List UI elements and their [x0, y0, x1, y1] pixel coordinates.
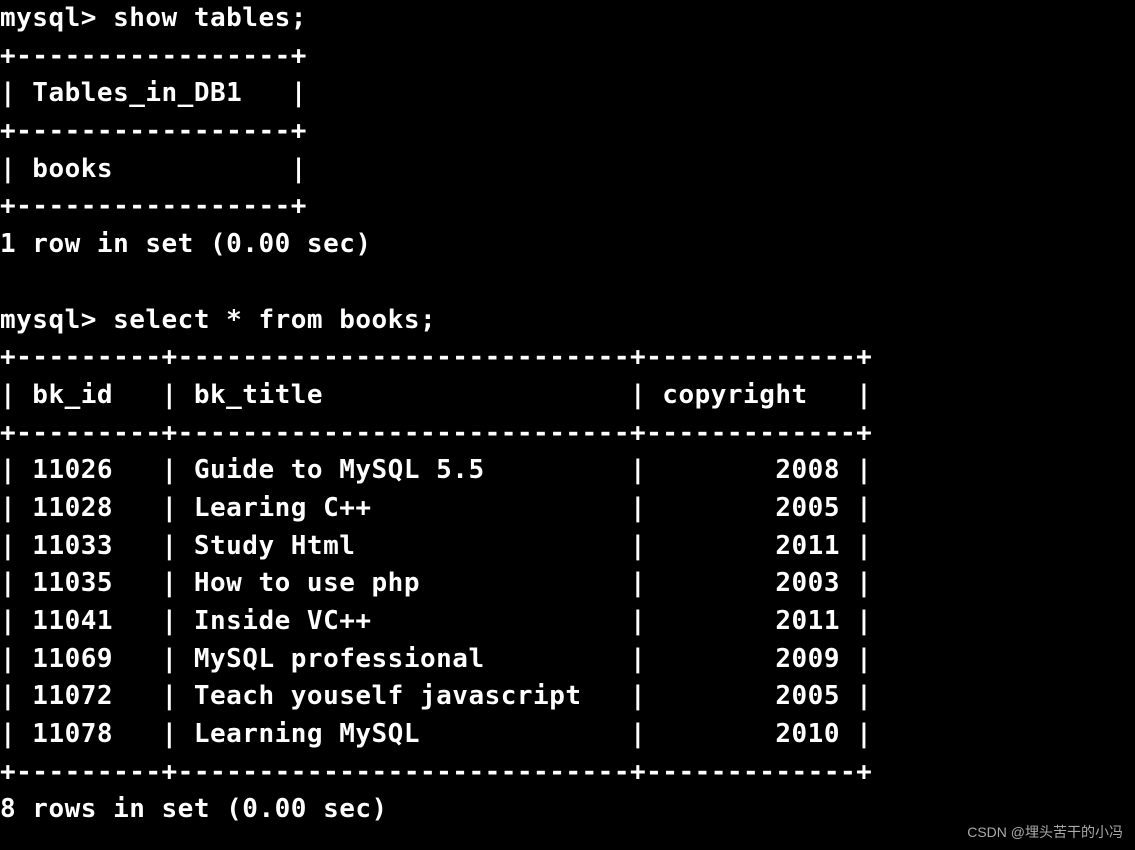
mysql-terminal-output: mysql> show tables; +-----------------+ …	[0, 0, 1135, 829]
csdn-watermark: CSDN @埋头苦干的小冯	[967, 822, 1123, 842]
